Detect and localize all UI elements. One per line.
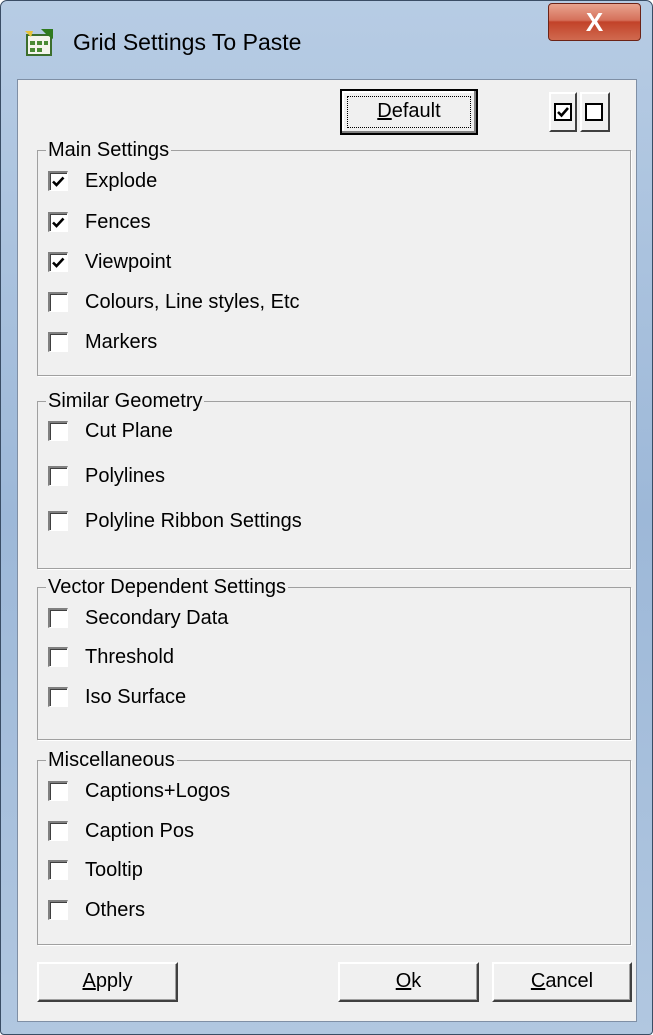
checkbox-label: Iso Surface (85, 686, 187, 708)
dialog-body: Default Main Settings Explode Fences Viewpo… (17, 79, 637, 1022)
checkbox-label: Polylines (85, 465, 166, 487)
dialog-window: Grid Settings To Paste X Default Main Se… (0, 0, 653, 1035)
checkbox-label: Tooltip (85, 859, 143, 881)
checkbox-unchecked[interactable] (48, 511, 68, 531)
checkbox-label: Captions+Logos (85, 780, 231, 802)
checkbox-label: Explode (85, 170, 158, 192)
cancel-label: ancel (545, 970, 594, 992)
group-miscellaneous: Miscellaneous Captions+Logos Caption Pos To… (37, 748, 631, 945)
focus-rectangle (347, 96, 471, 128)
group-main-settings: Main Settings Explode Fences Viewpoint Colou… (37, 138, 631, 376)
default-button[interactable]: Default (340, 89, 478, 135)
checkbox-label: Secondary Data (85, 607, 229, 629)
window-title: Grid Settings To Paste (73, 29, 302, 55)
checkbox-unchecked[interactable] (48, 332, 68, 352)
checkbox-label: Polyline Ribbon Settings (85, 510, 302, 532)
close-icon: X (585, 7, 604, 37)
checkbox-unchecked[interactable] (48, 821, 68, 841)
apply-button[interactable]: Apply (37, 962, 178, 1002)
checkbox-checked[interactable] (48, 212, 68, 232)
checkbox-checked[interactable] (48, 252, 68, 272)
checkbox-label: Caption Pos (85, 820, 194, 842)
checked-box-icon (554, 103, 572, 121)
group-similar-geometry: Similar Geometry Cut Plane Polylines Polyli… (37, 389, 631, 569)
check-all-button[interactable] (549, 92, 577, 132)
checkbox-unchecked[interactable] (48, 860, 68, 880)
checkbox-unchecked[interactable] (48, 421, 68, 441)
title-bar[interactable]: Grid Settings To Paste X (1, 1, 652, 79)
checkbox-label: Viewpoint (85, 251, 172, 273)
checkbox-unchecked[interactable] (48, 608, 68, 628)
checkbox-label: Cut Plane (85, 420, 173, 442)
checkbox-label: Others (85, 899, 146, 921)
checkbox-label: Threshold (85, 646, 174, 668)
app-icon (25, 29, 53, 56)
checkbox-unchecked[interactable] (48, 466, 68, 486)
cancel-button[interactable]: Cancel (492, 962, 632, 1002)
ok-label: k (411, 970, 422, 992)
group-title: Similar Geometry (46, 389, 205, 413)
checkbox-unchecked[interactable] (48, 781, 68, 801)
empty-box-icon (585, 103, 603, 121)
group-title: Vector Dependent Settings (46, 575, 288, 599)
uncheck-all-button[interactable] (580, 92, 610, 132)
apply-label: pply (95, 970, 133, 992)
checkbox-unchecked[interactable] (48, 687, 68, 707)
checkbox-unchecked[interactable] (48, 292, 68, 312)
apply-mnemonic: A (82, 970, 96, 992)
group-title: Main Settings (46, 138, 172, 162)
checkbox-unchecked[interactable] (48, 647, 68, 667)
checkbox-label: Fences (85, 211, 151, 233)
checkbox-unchecked[interactable] (48, 900, 68, 920)
ok-button[interactable]: Ok (338, 962, 479, 1002)
checkmark-icon (52, 217, 65, 228)
ok-mnemonic: O (395, 970, 412, 992)
checkbox-checked[interactable] (48, 171, 68, 191)
checkmark-icon (52, 176, 65, 187)
checkbox-label: Colours, Line styles, Etc (85, 291, 300, 313)
checkbox-label: Markers (85, 331, 158, 353)
group-vector-dependent-settings: Vector Dependent Settings Secondary Data T… (37, 575, 631, 740)
close-button[interactable]: X (548, 3, 641, 41)
group-title: Miscellaneous (46, 748, 177, 772)
checkmark-icon (52, 257, 65, 268)
cancel-mnemonic: C (530, 970, 546, 992)
